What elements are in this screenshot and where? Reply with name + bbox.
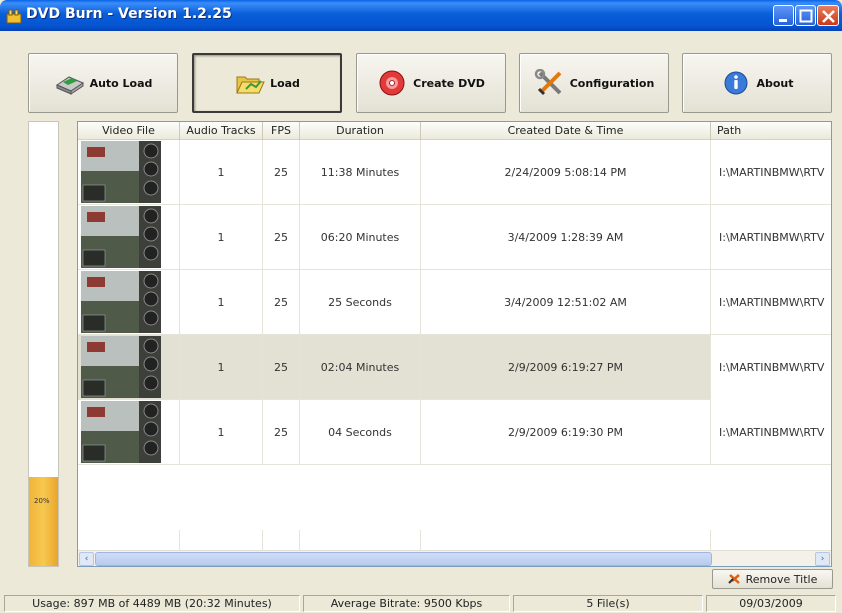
info-icon xyxy=(724,71,748,95)
duration-cell: 25 Seconds xyxy=(300,270,421,335)
table-row[interactable]: 1 25 04 Seconds 2/9/2009 6:19:30 PM I:\MARTI… xyxy=(78,400,831,465)
audio-tracks-cell: 1 xyxy=(180,140,263,205)
progress-percent-label: 20% xyxy=(34,497,50,505)
video-thumbnail-icon xyxy=(81,336,161,398)
create-dvd-label: Create DVD xyxy=(413,76,485,90)
audio-tracks-cell: 1 xyxy=(180,400,263,465)
close-icon xyxy=(822,10,835,23)
auto-load-label: Auto Load xyxy=(89,76,153,90)
table-row[interactable]: 1 25 11:38 Minutes 2/24/2009 5:08:14 PM I:\M… xyxy=(78,140,831,205)
table-row[interactable]: 1 25 25 Seconds 3/4/2009 12:51:02 AM I:\MART… xyxy=(78,270,831,335)
duration-cell: 11:38 Minutes xyxy=(300,140,421,205)
fps-cell: 25 xyxy=(263,335,300,400)
created-date-cell: 2/9/2009 6:19:27 PM xyxy=(421,335,711,400)
fps-cell: 25 xyxy=(263,400,300,465)
dvd-burn-app-icon xyxy=(6,9,22,24)
window-title: DVD Burn - Version 1.2.25 xyxy=(26,6,232,22)
load-label: Load xyxy=(270,76,300,90)
grid-header: Video File Audio Tracks FPS Duration Cre… xyxy=(78,122,831,140)
video-thumbnail-icon xyxy=(81,141,161,203)
remove-title-button[interactable]: Remove Title xyxy=(712,569,833,589)
maximize-icon xyxy=(799,9,813,23)
remove-title-icon xyxy=(727,574,740,584)
scroll-left-arrow-icon[interactable]: ‹ xyxy=(79,552,94,566)
column-header-path[interactable]: Path xyxy=(711,122,831,140)
status-file-count: 5 File(s) xyxy=(513,595,703,612)
table-row[interactable]: 1 25 02:04 Minutes 2/9/2009 6:19:27 PM I:\MA… xyxy=(78,335,831,400)
video-thumbnail-cell xyxy=(78,270,180,335)
created-date-cell: 2/9/2009 6:19:30 PM xyxy=(421,400,711,465)
audio-tracks-cell: 1 xyxy=(180,335,263,400)
tools-icon xyxy=(534,69,562,96)
column-header-audio-tracks[interactable]: Audio Tracks xyxy=(180,122,263,140)
status-bar: Usage: 897 MB of 4489 MB (20:32 Minutes)… xyxy=(0,593,842,613)
title-bar[interactable]: DVD Burn - Version 1.2.25 xyxy=(0,0,842,31)
table-row[interactable]: 1 25 06:20 Minutes 3/4/2009 1:28:39 AM I:\MA… xyxy=(78,205,831,270)
created-date-cell: 3/4/2009 12:51:02 AM xyxy=(421,270,711,335)
path-cell: I:\MARTINBMW\RTV xyxy=(719,426,825,439)
column-header-created[interactable]: Created Date & Time xyxy=(421,122,711,140)
remove-title-label: Remove Title xyxy=(745,572,818,586)
video-thumbnail-cell xyxy=(78,335,180,400)
fps-cell: 25 xyxy=(263,270,300,335)
video-thumbnail-icon xyxy=(81,271,161,333)
maximize-button[interactable] xyxy=(795,5,816,26)
fps-cell: 25 xyxy=(263,140,300,205)
scroll-right-arrow-icon[interactable]: › xyxy=(815,552,830,566)
dvd-disc-icon xyxy=(379,70,405,96)
column-header-fps[interactable]: FPS xyxy=(263,122,300,140)
path-cell: I:\MARTINBMW\RTV xyxy=(719,296,825,309)
column-header-duration[interactable]: Duration xyxy=(300,122,421,140)
audio-tracks-cell: 1 xyxy=(180,205,263,270)
configuration-label: Configuration xyxy=(569,76,655,90)
duration-cell: 02:04 Minutes xyxy=(300,335,421,400)
created-date-cell: 3/4/2009 1:28:39 AM xyxy=(421,205,711,270)
video-file-grid[interactable]: Video File Audio Tracks FPS Duration Cre… xyxy=(77,121,832,567)
video-thumbnail-cell xyxy=(78,205,180,270)
about-button[interactable]: About xyxy=(682,53,832,113)
close-button[interactable] xyxy=(817,5,839,26)
column-header-video-file[interactable]: Video File xyxy=(78,122,180,140)
minimize-button[interactable] xyxy=(773,5,794,26)
path-cell: I:\MARTINBMW\RTV xyxy=(711,335,831,400)
fps-cell: 25 xyxy=(263,205,300,270)
status-usage: Usage: 897 MB of 4489 MB (20:32 Minutes) xyxy=(4,595,300,612)
path-cell: I:\MARTINBMW\RTV xyxy=(719,166,825,179)
about-label: About xyxy=(756,76,794,90)
horizontal-scrollbar[interactable]: ‹ › xyxy=(78,550,831,566)
video-thumbnail-icon xyxy=(81,206,161,268)
video-thumbnail-icon xyxy=(81,401,161,463)
path-cell: I:\MARTINBMW\RTV xyxy=(719,231,825,244)
video-thumbnail-cell xyxy=(78,140,180,205)
create-dvd-button[interactable]: Create DVD xyxy=(356,53,506,113)
auto-load-icon xyxy=(55,76,84,95)
video-thumbnail-cell xyxy=(78,400,180,465)
duration-cell: 06:20 Minutes xyxy=(300,205,421,270)
minimize-icon xyxy=(779,19,787,22)
audio-tracks-cell: 1 xyxy=(180,270,263,335)
status-bitrate: Average Bitrate: 9500 Kbps xyxy=(303,595,510,612)
load-button[interactable]: Load xyxy=(192,53,342,113)
progress-fill xyxy=(29,477,58,566)
folder-icon xyxy=(236,76,265,94)
app-window: DVD Burn - Version 1.2.25 Auto Load Load xyxy=(0,0,842,613)
configuration-button[interactable]: Configuration xyxy=(519,53,669,113)
duration-cell: 04 Seconds xyxy=(300,400,421,465)
status-date: 09/03/2009 xyxy=(706,595,836,612)
auto-load-button[interactable]: Auto Load xyxy=(28,53,178,113)
scrollbar-thumb[interactable] xyxy=(95,552,712,566)
created-date-cell: 2/24/2009 5:08:14 PM xyxy=(421,140,711,205)
